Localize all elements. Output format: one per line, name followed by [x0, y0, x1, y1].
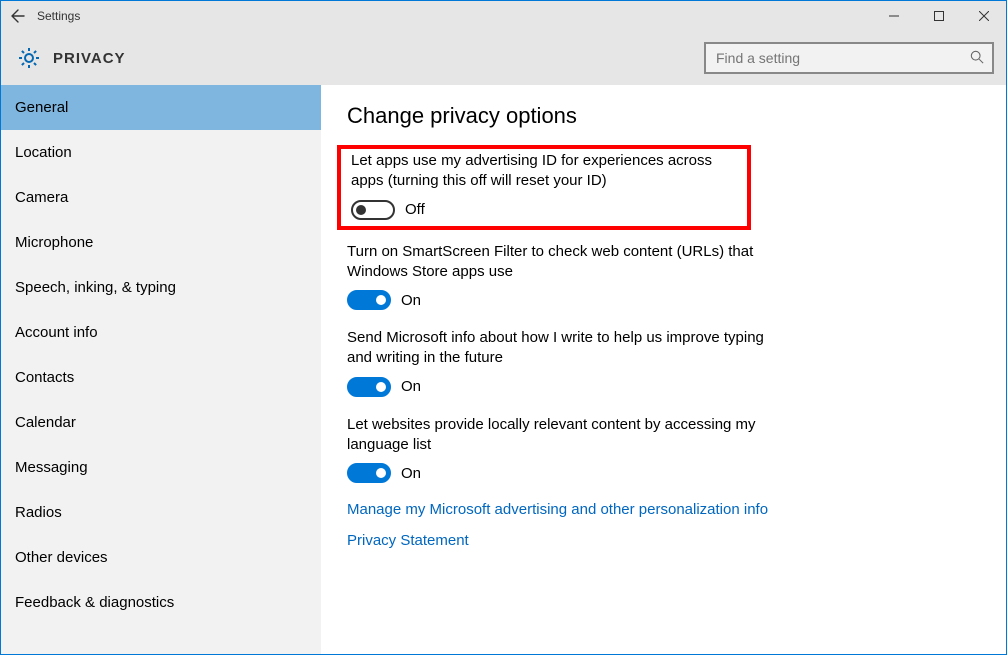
- window-title: Settings: [33, 9, 80, 23]
- sidebar-item-location[interactable]: Location: [1, 130, 321, 175]
- setting-language-list: Let websites provide locally relevant co…: [347, 415, 777, 484]
- back-arrow-icon: [9, 8, 25, 24]
- sidebar-item-label: Calendar: [15, 414, 76, 431]
- close-button[interactable]: [961, 1, 1006, 31]
- toggle-typing-info[interactable]: [347, 377, 391, 397]
- toggle-state-label: On: [401, 292, 421, 309]
- page-heading: Change privacy options: [347, 103, 980, 129]
- link-manage-advertising[interactable]: Manage my Microsoft advertising and othe…: [347, 501, 768, 518]
- category-title: PRIVACY: [53, 50, 126, 67]
- sidebar-item-microphone[interactable]: Microphone: [1, 220, 321, 265]
- setting-desc: Turn on SmartScreen Filter to check web …: [347, 242, 777, 283]
- sidebar-item-radios[interactable]: Radios: [1, 490, 321, 535]
- toggle-state-label: On: [401, 465, 421, 482]
- sidebar-item-label: General: [15, 99, 68, 116]
- sidebar-item-speech[interactable]: Speech, inking, & typing: [1, 265, 321, 310]
- sidebar-item-label: Other devices: [15, 549, 108, 566]
- setting-smartscreen: Turn on SmartScreen Filter to check web …: [347, 242, 777, 311]
- body: General Location Camera Microphone Speec…: [1, 85, 1006, 654]
- back-button[interactable]: [1, 1, 33, 31]
- sidebar-item-contacts[interactable]: Contacts: [1, 355, 321, 400]
- search-input[interactable]: [714, 49, 970, 67]
- gear-icon: [15, 44, 43, 72]
- sidebar-item-label: Contacts: [15, 369, 74, 386]
- setting-desc: Let websites provide locally relevant co…: [347, 415, 777, 456]
- sidebar-item-other-devices[interactable]: Other devices: [1, 535, 321, 580]
- sidebar-item-general[interactable]: General: [1, 85, 321, 130]
- sidebar-item-camera[interactable]: Camera: [1, 175, 321, 220]
- sidebar-item-label: Location: [15, 144, 72, 161]
- toggle-state-label: On: [401, 378, 421, 395]
- sidebar-item-label: Camera: [15, 189, 68, 206]
- highlight-box: Let apps use my advertising ID for exper…: [337, 145, 751, 230]
- search-box[interactable]: [704, 42, 994, 74]
- setting-desc: Send Microsoft info about how I write to…: [347, 328, 777, 369]
- minimize-button[interactable]: [871, 1, 916, 31]
- sidebar-item-label: Microphone: [15, 234, 93, 251]
- toggle-advertising-id[interactable]: [351, 200, 395, 220]
- setting-typing-info: Send Microsoft info about how I write to…: [347, 328, 777, 397]
- setting-advertising-id: Let apps use my advertising ID for exper…: [341, 151, 741, 220]
- titlebar: Settings: [1, 1, 1006, 31]
- sidebar-item-calendar[interactable]: Calendar: [1, 400, 321, 445]
- search-icon: [970, 50, 984, 67]
- toggle-state-label: Off: [405, 201, 425, 218]
- sidebar: General Location Camera Microphone Speec…: [1, 85, 321, 654]
- sidebar-item-label: Messaging: [15, 459, 88, 476]
- setting-desc: Let apps use my advertising ID for exper…: [351, 151, 741, 192]
- toggle-smartscreen[interactable]: [347, 290, 391, 310]
- sidebar-item-label: Feedback & diagnostics: [15, 594, 174, 611]
- sidebar-item-label: Speech, inking, & typing: [15, 279, 176, 296]
- maximize-button[interactable]: [916, 1, 961, 31]
- toggle-language-list[interactable]: [347, 463, 391, 483]
- sidebar-item-messaging[interactable]: Messaging: [1, 445, 321, 490]
- link-privacy-statement[interactable]: Privacy Statement: [347, 532, 469, 549]
- header: PRIVACY: [1, 31, 1006, 85]
- content-pane: Change privacy options Let apps use my a…: [321, 85, 1006, 654]
- sidebar-item-feedback[interactable]: Feedback & diagnostics: [1, 580, 321, 625]
- sidebar-item-account-info[interactable]: Account info: [1, 310, 321, 355]
- sidebar-item-label: Account info: [15, 324, 98, 341]
- settings-window: Settings PRIVACY General Location: [0, 0, 1007, 655]
- sidebar-item-label: Radios: [15, 504, 62, 521]
